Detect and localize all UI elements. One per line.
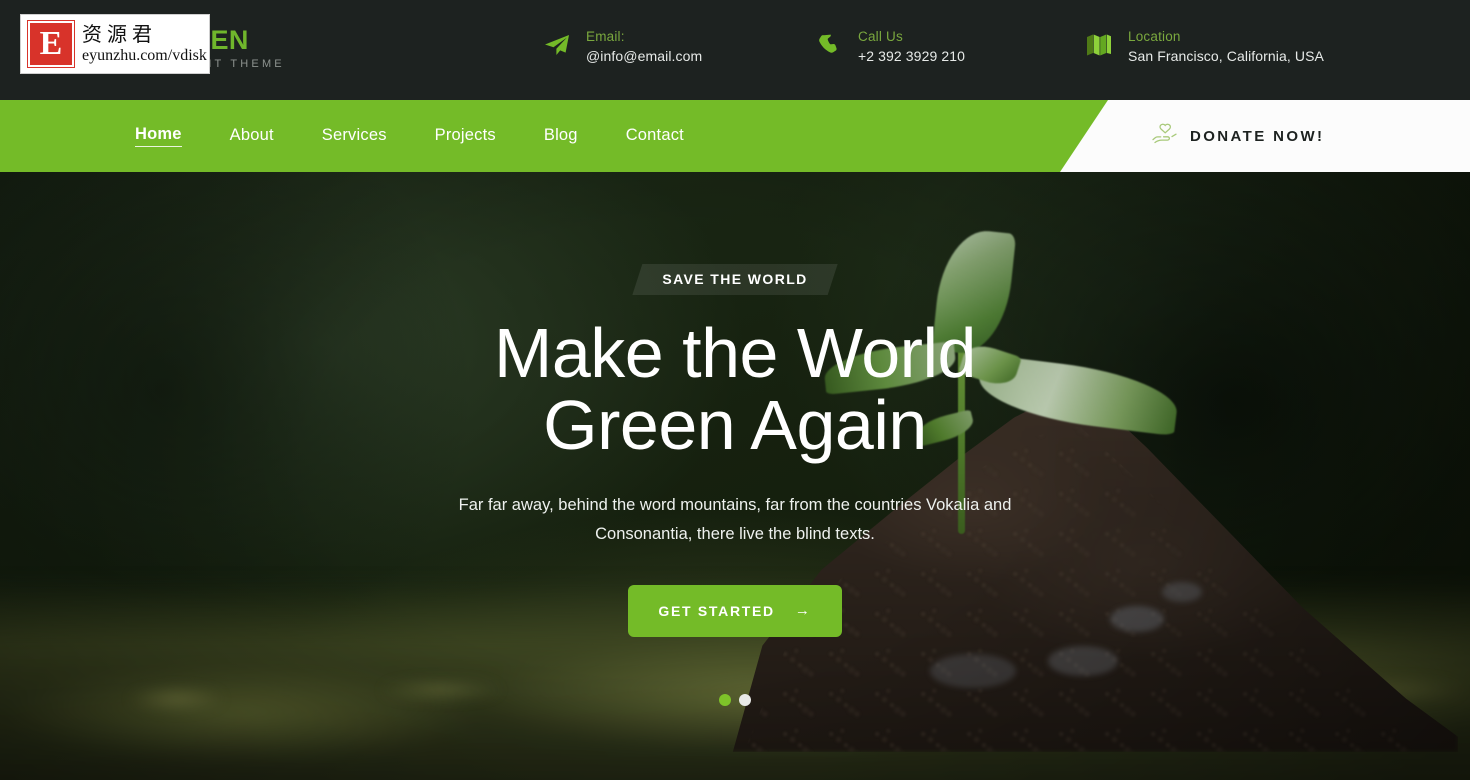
get-started-label: GET STARTED xyxy=(658,602,775,619)
landing-page: GOGREEN ENVIRONMENT THEME Email: @info@e… xyxy=(0,0,1470,780)
hero-title: Make the World Green Again xyxy=(494,317,976,461)
map-icon xyxy=(1084,28,1114,62)
contact-location-label: Location xyxy=(1128,29,1181,44)
contact-location-value: San Francisco, California, USA xyxy=(1128,48,1324,65)
nav-item-home[interactable]: Home xyxy=(135,125,182,147)
nav-item-blog[interactable]: Blog xyxy=(544,126,578,147)
nav-item-services[interactable]: Services xyxy=(322,126,387,147)
watermark-logo-letter: E xyxy=(27,20,75,68)
contact-location-text: Location San Francisco, California, USA xyxy=(1128,28,1324,66)
contact-email[interactable]: Email: @info@email.com xyxy=(542,28,702,66)
watermark-overlay: E 资源君 eyunzhu.com/vdisk xyxy=(20,14,210,74)
nav-item-about[interactable]: About xyxy=(230,126,274,147)
watermark-text: 资源君 eyunzhu.com/vdisk xyxy=(82,23,207,65)
arrow-right-icon: → xyxy=(794,602,812,620)
donate-now-button[interactable]: DONATE NOW! xyxy=(1060,100,1470,172)
hero-subtitle: Far far away, behind the word mountains,… xyxy=(435,491,1035,549)
get-started-button[interactable]: GET STARTED → xyxy=(628,584,842,637)
phone-icon xyxy=(814,28,844,62)
contact-email-value: @info@email.com xyxy=(586,48,703,65)
hero-title-line-2: Green Again xyxy=(543,386,927,465)
donate-inner: DONATE NOW! xyxy=(1152,122,1324,151)
contact-phone[interactable]: Call Us +2 392 3929 210 xyxy=(814,28,965,66)
hero-badge: SAVE THE WORLD xyxy=(632,264,837,295)
hero-section: SAVE THE WORLD Make the World Green Agai… xyxy=(0,172,1470,780)
hero-subtitle-line-1: Far far away, behind the word mountains,… xyxy=(458,496,980,515)
contact-phone-value: +2 392 3929 210 xyxy=(858,48,965,65)
contact-phone-label: Call Us xyxy=(858,29,903,44)
watermark-url: eyunzhu.com/vdisk xyxy=(82,46,207,64)
nav-links: Home About Services Projects Blog Contac… xyxy=(135,100,732,172)
nav-item-contact[interactable]: Contact xyxy=(626,126,684,147)
contact-email-label: Email: xyxy=(586,29,625,44)
top-contact-bar: GOGREEN ENVIRONMENT THEME Email: @info@e… xyxy=(0,0,1470,100)
hero-title-line-1: Make the World xyxy=(494,314,976,392)
hero-content: SAVE THE WORLD Make the World Green Agai… xyxy=(0,172,1470,780)
donate-now-label: DONATE NOW! xyxy=(1190,127,1325,145)
hand-heart-icon xyxy=(1152,122,1178,151)
contact-phone-text: Call Us +2 392 3929 210 xyxy=(858,28,965,66)
nav-item-projects[interactable]: Projects xyxy=(435,126,496,147)
paper-plane-icon xyxy=(542,28,572,62)
contact-location[interactable]: Location San Francisco, California, USA xyxy=(1084,28,1324,66)
watermark-chinese: 资源君 xyxy=(82,21,157,46)
contact-email-text: Email: @info@email.com xyxy=(586,28,702,66)
